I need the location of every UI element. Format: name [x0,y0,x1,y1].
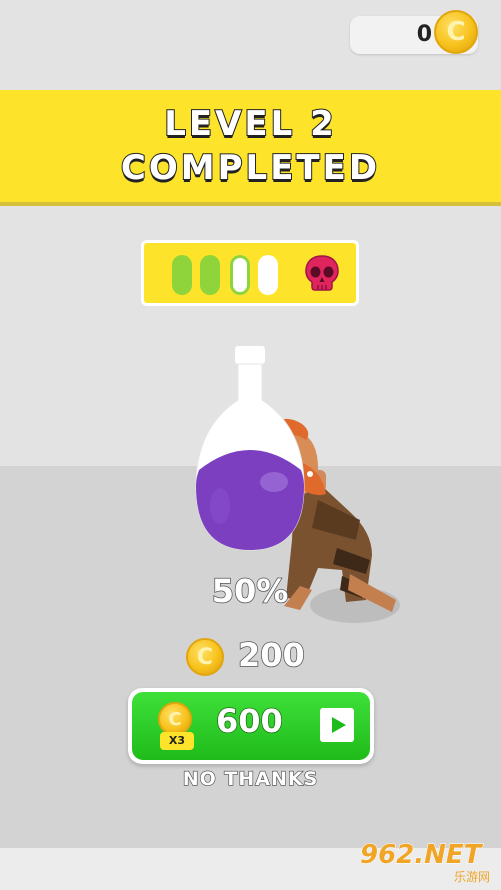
claim-x3-button[interactable]: C X3 600 [128,688,374,764]
watermark-logo: 962.NET 乐游网 [359,840,494,885]
reward-coin-icon: C [186,638,224,676]
no-thanks-button[interactable]: NO THANKS [0,767,501,790]
watermark-main: 962.NET [359,840,482,871]
x3-badge: X3 [160,732,194,750]
reward-row: C 200 [186,635,326,676]
reward-amount: 200 [237,635,305,675]
play-icon [320,708,354,742]
button-coin-icon: C [158,702,192,736]
potion-bottle [195,346,305,551]
claim-x3-button-face[interactable]: C X3 600 [132,692,370,760]
watermark-sub: 乐游网 [453,870,490,884]
potion-fill-percent: 50% [211,571,289,611]
multiplied-reward: 600 [215,701,283,741]
